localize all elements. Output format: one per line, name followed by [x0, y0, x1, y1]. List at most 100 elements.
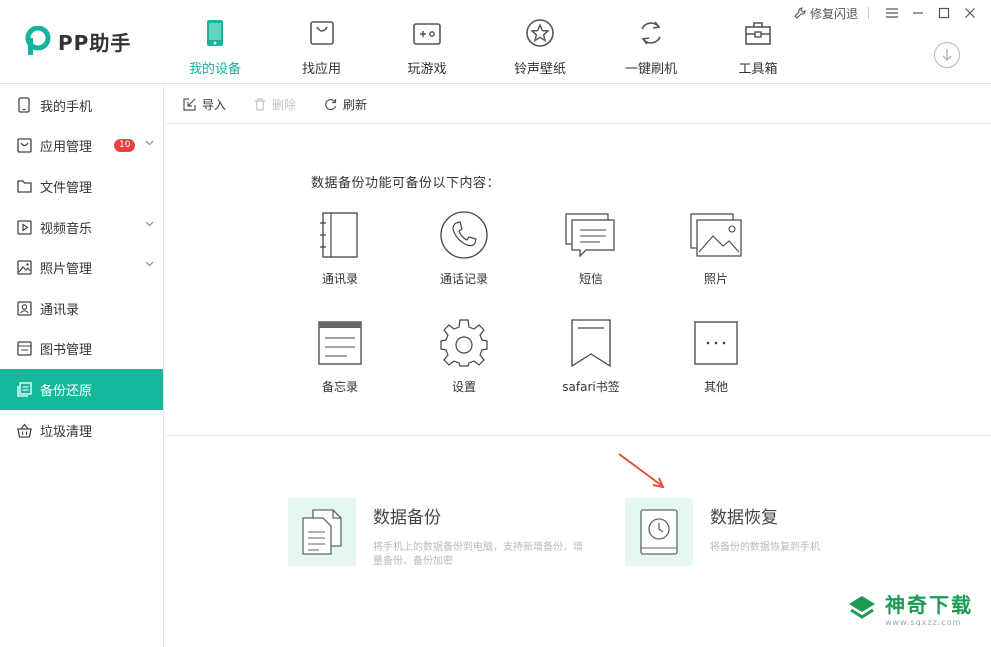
app-title: PP助手: [58, 30, 132, 55]
photos-icon: [688, 207, 744, 263]
tab-label: 工具箱: [738, 62, 778, 77]
refresh-button[interactable]: 刷新: [324, 96, 367, 113]
app-manage-icon: [16, 138, 32, 154]
chevron-down-icon: [145, 261, 154, 267]
backup-item-safari-bookmarks: safari书签: [536, 315, 646, 395]
main-nav: 我的设备 找应用 玩游戏 铃声壁纸 一键刷机 工具箱: [160, 0, 813, 84]
sidebar-item-label: 照片管理: [40, 262, 93, 278]
backup-item-label: 通话记录: [439, 272, 488, 286]
refresh-icon: [325, 98, 337, 110]
sidebar-item-label: 备份还原: [40, 383, 93, 399]
backup-item-label: 备忘录: [321, 380, 358, 394]
tab-one-click-flash[interactable]: 一键刷机: [599, 0, 703, 84]
more-icon: [688, 315, 744, 371]
sidebar-item-label: 通讯录: [40, 302, 80, 318]
sidebar-item-book-manage[interactable]: 图书管理: [0, 329, 163, 370]
star-icon: [525, 18, 555, 48]
arrow-down-icon: [942, 49, 952, 62]
maximize-icon: [938, 7, 950, 19]
app-logo: PP助手: [24, 25, 132, 56]
import-button[interactable]: 导入: [183, 96, 226, 113]
chevron-down-icon: [145, 140, 154, 145]
tab-find-apps[interactable]: 找应用: [270, 0, 373, 84]
sidebar-item-junk-clean[interactable]: 垃圾清理: [0, 410, 163, 451]
app-bag-icon: [307, 18, 337, 48]
sidebar-item-app-manage[interactable]: 应用管理 10: [0, 126, 163, 167]
download-manager-button[interactable]: [934, 42, 960, 68]
sidebar-item-file-manage[interactable]: 文件管理: [0, 166, 163, 207]
backup-item-contacts: 通讯录: [285, 207, 395, 287]
sidebar-item-label: 应用管理: [40, 140, 93, 156]
photo-icon: [16, 260, 32, 276]
maximize-button[interactable]: [931, 4, 957, 22]
tab-label: 一键刷机: [624, 62, 677, 77]
book-icon: [16, 341, 32, 357]
restore-disk-icon: [625, 498, 693, 566]
sidebar-item-my-phone[interactable]: 我的手机: [0, 85, 163, 126]
backup-icon: [16, 381, 32, 397]
backup-item-settings: 设置: [409, 315, 519, 395]
sidebar-item-label: 图书管理: [40, 343, 93, 359]
backup-item-other: 其他: [661, 315, 771, 395]
refresh-label: 刷新: [343, 97, 368, 112]
tab-play-games[interactable]: 玩游戏: [373, 0, 481, 84]
pp-logo-icon: [24, 25, 52, 56]
folder-icon: [16, 178, 32, 194]
top-bar: PP助手 我的设备 找应用 玩游戏 铃声壁纸 一键刷机 工具箱 修复闪退: [0, 0, 991, 84]
update-count-badge: 10: [114, 139, 136, 153]
contacts-book-icon: [312, 207, 368, 263]
backup-item-label: 设置: [451, 380, 476, 394]
delete-label: 删除: [272, 97, 297, 112]
window-controls: 修复闪退: [794, 4, 983, 22]
data-backup-card[interactable]: 数据备份 将手机上的数据备份到电脑，支持新增备份，增量备份、备份加密: [288, 498, 583, 569]
watermark-logo-icon: [849, 596, 875, 619]
hamburger-icon: [886, 8, 898, 18]
contacts-icon: [16, 300, 32, 316]
trash-basket-icon: [16, 422, 32, 438]
delete-button[interactable]: 删除: [254, 96, 296, 113]
backup-heading: 数据备份功能可备份以下内容：: [311, 176, 501, 191]
backup-item-label: 通讯录: [321, 272, 358, 286]
minimize-icon: [913, 12, 923, 14]
tab-ringtones-wallpapers[interactable]: 铃声壁纸: [481, 0, 599, 84]
sidebar-item-label: 我的手机: [40, 99, 93, 115]
sidebar-item-label: 垃圾清理: [40, 424, 93, 440]
import-label: 导入: [202, 97, 227, 112]
section-divider: [165, 435, 991, 436]
data-restore-title: 数据恢复: [710, 508, 778, 528]
backup-item-notes: 备忘录: [285, 315, 395, 395]
tab-label: 铃声壁纸: [513, 62, 566, 77]
backup-item-label: 照片: [703, 272, 728, 286]
repair-crash-button[interactable]: 修复闪退: [794, 5, 858, 22]
video-music-icon: [16, 219, 32, 235]
data-restore-card[interactable]: 数据恢复 将备份的数据恢复到手机: [625, 498, 920, 566]
close-icon: [965, 8, 975, 18]
phone-icon: [16, 97, 32, 113]
watermark-title: 神奇下载: [885, 593, 973, 617]
bookmark-icon: [563, 315, 619, 371]
sidebar-item-photo-manage[interactable]: 照片管理: [0, 247, 163, 288]
toolbar: 导入 删除 刷新: [165, 85, 991, 124]
tab-label: 我的设备: [188, 62, 241, 77]
sidebar-item-backup-restore[interactable]: 备份还原: [0, 369, 163, 410]
sidebar-item-contacts[interactable]: 通讯录: [0, 288, 163, 329]
sidebar-item-label: 视频音乐: [40, 221, 93, 237]
chevron-down-icon: [145, 221, 154, 227]
sidebar-item-video-music[interactable]: 视频音乐: [0, 207, 163, 248]
tab-my-device[interactable]: 我的设备: [160, 0, 270, 84]
backup-item-label: 短信: [578, 272, 603, 286]
refresh-cycle-icon: [636, 18, 666, 48]
menu-button[interactable]: [879, 4, 905, 22]
data-restore-desc: 将备份的数据恢复到手机: [710, 542, 820, 553]
toolbox-icon: [743, 18, 773, 48]
backup-docs-icon: [288, 498, 356, 566]
phone-icon: [200, 18, 230, 48]
messages-icon: [563, 207, 619, 263]
watermark-url: www.sqxzz.com: [885, 618, 962, 627]
backup-item-label: safari书签: [562, 380, 620, 394]
app-window: PP助手 我的设备 找应用 玩游戏 铃声壁纸 一键刷机 工具箱 修复闪退 我的手…: [0, 0, 991, 647]
trash-icon: [255, 97, 266, 111]
minimize-button[interactable]: [905, 4, 931, 22]
phone-call-icon: [436, 207, 492, 263]
close-button[interactable]: [957, 4, 983, 22]
